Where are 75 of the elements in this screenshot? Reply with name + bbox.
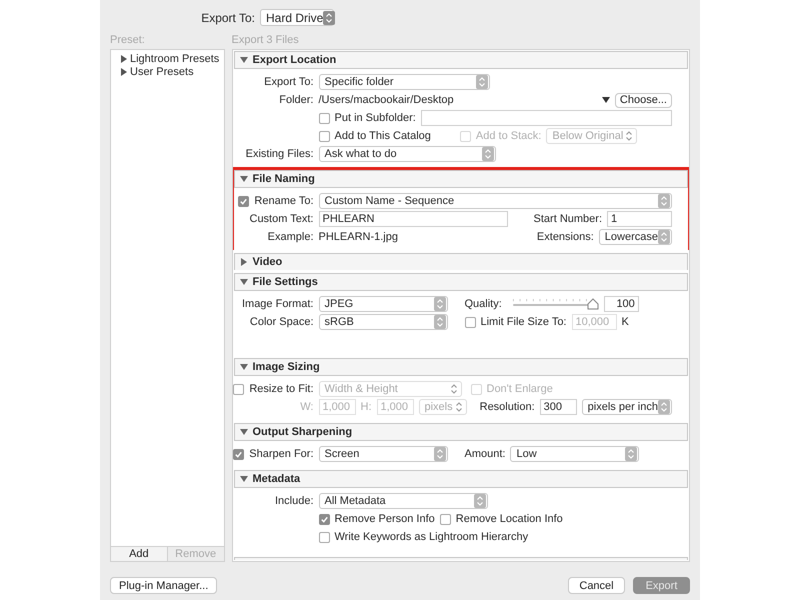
dropdown[interactable]: Hard Drive: [260, 9, 334, 26]
field-label: Folder:: [279, 94, 314, 106]
preset-button[interactable]: Add: [111, 547, 168, 561]
field-label: Quality:: [464, 298, 502, 310]
input-field[interactable]: 1: [607, 211, 672, 227]
dropdown[interactable]: Ask what to do: [318, 146, 496, 162]
plugin-manager-button[interactable]: Plug-in Manager...: [110, 577, 218, 594]
field-label: Image Format:: [242, 298, 314, 310]
stepper-icon: [434, 315, 446, 329]
section-header[interactable]: Image Sizing: [234, 358, 688, 376]
field-label: Include:: [274, 495, 314, 507]
checkbox[interactable]: Remove Person Info: [318, 513, 435, 525]
dropdown[interactable]: Specific folder: [318, 74, 490, 90]
cancel-button[interactable]: Cancel: [568, 577, 625, 594]
field-label: Existing Files:: [246, 148, 314, 160]
stepper-icon: [476, 75, 488, 89]
section-header[interactable]: Output Sharpening: [234, 423, 688, 441]
field-label: Custom Text:: [250, 213, 314, 225]
section-header[interactable]: Video: [234, 253, 688, 271]
field-label: H:: [360, 401, 372, 413]
field-label: Start Number:: [534, 213, 602, 225]
tree-item[interactable]: User Presets: [111, 65, 224, 78]
dropdown[interactable]: All Metadata: [318, 493, 488, 509]
dropdown[interactable]: sRGB: [318, 314, 448, 330]
stepper-icon: [434, 297, 446, 311]
field-label: Export To:: [264, 76, 314, 88]
caret-down-icon[interactable]: [602, 97, 610, 103]
dropdown[interactable]: JPEG: [318, 296, 448, 312]
checkbox[interactable]: Resize to Fit:: [233, 383, 314, 395]
stepper-icon: [474, 494, 486, 508]
input-field[interactable]: [420, 110, 672, 126]
checkbox[interactable]: Write Keywords as Lightroom Hierarchy: [318, 531, 528, 543]
tree-item[interactable]: Lightroom Presets: [111, 52, 224, 65]
input-field[interactable]: PHLEARN: [318, 211, 508, 227]
section-header[interactable]: File Settings: [234, 273, 688, 291]
stepper-icon: [658, 194, 670, 208]
stepper-icon: [323, 10, 336, 24]
field-label: W:: [300, 401, 314, 413]
field-label: Color Space:: [250, 316, 314, 328]
checkbox[interactable]: Limit File Size To:: [464, 316, 566, 328]
input-field[interactable]: 300: [540, 399, 577, 415]
field-label: Amount:: [464, 448, 506, 460]
checkmark-icon: [234, 450, 244, 458]
stepper-icon: [625, 447, 638, 461]
stepper-icon: [658, 400, 670, 414]
dropdown[interactable]: pixels per inch: [582, 399, 672, 415]
stepper-icon: [658, 230, 670, 244]
section-header[interactable]: File Naming: [234, 170, 688, 188]
checkbox[interactable]: Remove Location Info: [440, 513, 563, 525]
value-text: /Users/macbookair/Desktop: [318, 94, 454, 106]
stepper-icon: [482, 147, 494, 161]
dropdown[interactable]: Low: [510, 446, 640, 462]
section-header[interactable]: Metadata: [234, 470, 688, 488]
checkmark-icon: [239, 196, 248, 206]
dropdown[interactable]: Custom Name - Sequence: [318, 193, 672, 209]
field-label: Example:: [268, 231, 314, 243]
choose-button[interactable]: Choose...: [614, 92, 672, 108]
field-label: Resolution:: [480, 401, 535, 413]
input-field[interactable]: 100: [604, 296, 639, 312]
value-text: K: [622, 316, 629, 328]
checkbox[interactable]: Rename To:: [238, 195, 314, 207]
preset-label: Preset:: [110, 35, 146, 46]
checkbox[interactable]: Add to This Catalog: [318, 130, 431, 142]
summary-label: Export 3 Files: [232, 35, 300, 46]
dropdown[interactable]: Screen: [318, 446, 448, 462]
dropdown[interactable]: Lowercase: [598, 229, 672, 245]
checkbox[interactable]: Sharpen For:: [233, 448, 314, 460]
field-label: Extensions:: [536, 231, 594, 243]
checkbox[interactable]: Put in Subfolder:: [318, 112, 416, 124]
export-to-label: Export To:: [200, 10, 255, 24]
stepper-icon: [434, 447, 446, 461]
section-header[interactable]: Export Location: [234, 51, 688, 69]
slider-thumb[interactable]: [586, 298, 599, 310]
checkmark-icon: [320, 514, 328, 524]
value-text: PHLEARN-1.jpg: [318, 231, 398, 243]
